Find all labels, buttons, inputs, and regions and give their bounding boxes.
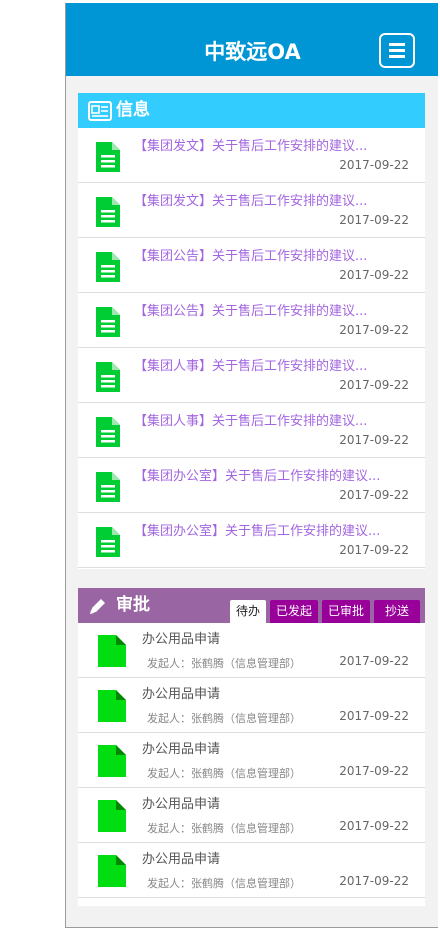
document-icon bbox=[98, 855, 126, 887]
info-item-title[interactable]: 【集团人事】关于售后工作安排的建议... bbox=[134, 410, 367, 429]
info-list-item[interactable]: 【集团人事】关于售后工作安排的建议... 2017-09-22 bbox=[78, 348, 425, 403]
approval-item-sender: 发起人：张鹤腾（信息管理部） bbox=[147, 712, 301, 725]
info-list-item[interactable]: 【集团公告】关于售后工作安排的建议... 2017-09-22 bbox=[78, 293, 425, 348]
info-item-date: 2017-09-22 bbox=[339, 488, 409, 502]
info-section-header: 信息 bbox=[78, 93, 425, 128]
info-item-date: 2017-09-22 bbox=[339, 378, 409, 392]
approval-item-date: 2017-09-22 bbox=[339, 709, 409, 723]
info-list: 【集团发文】关于售后工作安排的建议... 2017-09-22 【集团发文】关于售后… bbox=[78, 128, 425, 568]
pencil-icon bbox=[90, 599, 105, 614]
info-item-title[interactable]: 【集团办公室】关于售后工作安排的建议... bbox=[134, 520, 380, 539]
approval-list: 办公用品申请 发起人：张鹤腾（信息管理部） 2017-09-22 办公用品申请 发起人：… bbox=[78, 623, 425, 898]
approval-item-date: 2017-09-22 bbox=[339, 654, 409, 668]
approval-list-item[interactable]: 办公用品申请发起人：张鹤腾（信息管理部） 2017-09-22 bbox=[78, 678, 425, 733]
info-item-title[interactable]: 【集团公告】关于售后工作安排的建议... bbox=[134, 245, 367, 264]
approval-item-title[interactable]: 办公用品申请 bbox=[142, 628, 220, 647]
document-icon bbox=[96, 472, 120, 502]
newspaper-icon bbox=[88, 101, 112, 121]
menu-icon bbox=[389, 43, 405, 46]
document-icon bbox=[98, 690, 126, 722]
menu-icon bbox=[389, 49, 405, 52]
document-icon bbox=[98, 635, 126, 667]
info-item-date: 2017-09-22 bbox=[339, 268, 409, 282]
approval-item-sender: 发起人：张鹤腾（信息管理部） bbox=[147, 877, 301, 890]
approval-item-title[interactable]: 办公用品申请 bbox=[142, 738, 220, 757]
approval-item-title[interactable]: 办公用品申请 bbox=[142, 848, 220, 867]
document-icon bbox=[96, 307, 120, 337]
approval-item-title[interactable]: 办公用品申请 bbox=[142, 793, 220, 812]
approval-section-title: 审批 bbox=[116, 595, 150, 615]
document-icon bbox=[96, 252, 120, 282]
tab-initiated[interactable]: 已发起 bbox=[269, 600, 318, 623]
approval-item-sender: 发起人：张鹤腾（信息管理部） bbox=[147, 822, 301, 835]
document-icon bbox=[96, 362, 120, 392]
menu-button[interactable] bbox=[379, 33, 415, 68]
approval-item-sender: 发起人：张鹤腾（信息管理部） bbox=[147, 767, 301, 780]
info-list-item[interactable]: 【集团办公室】关于售后工作安排的建议... 2017-09-22 bbox=[78, 513, 425, 568]
app-header: 中致远OA bbox=[66, 3, 438, 76]
tab-approved[interactable]: 已审批 bbox=[321, 600, 370, 623]
approval-item-title[interactable]: 办公用品申请 bbox=[142, 683, 220, 702]
info-item-date: 2017-09-22 bbox=[339, 213, 409, 227]
info-section-title: 信息 bbox=[116, 100, 150, 120]
info-item-title[interactable]: 【集团办公室】关于售后工作安排的建议... bbox=[134, 465, 380, 484]
info-list-item[interactable]: 【集团公告】关于售后工作安排的建议... 2017-09-22 bbox=[78, 238, 425, 293]
info-item-title[interactable]: 【集团公告】关于售后工作安排的建议... bbox=[134, 300, 367, 319]
app-screen: 中致远OA 信息 【集团发文】关于售后工作安排的建议... 2017-09-22 【… bbox=[65, 3, 438, 928]
document-icon bbox=[96, 417, 120, 447]
approval-section: 审批 待办 已发起 已审批 抄送 办公用品申请 发起人：张鹤腾（信息管理部） 201… bbox=[78, 588, 425, 906]
info-list-item[interactable]: 【集团人事】关于售后工作安排的建议... 2017-09-22 bbox=[78, 403, 425, 458]
approval-list-item[interactable]: 办公用品申请发起人：张鹤腾（信息管理部） 2017-09-22 bbox=[78, 623, 425, 678]
tab-pending[interactable]: 待办 bbox=[229, 600, 266, 623]
info-list-item[interactable]: 【集团发文】关于售后工作安排的建议... 2017-09-22 bbox=[78, 183, 425, 238]
approval-item-date: 2017-09-22 bbox=[339, 874, 409, 888]
info-item-title[interactable]: 【集团发文】关于售后工作安排的建议... bbox=[134, 190, 367, 209]
document-icon bbox=[96, 142, 120, 172]
info-list-item[interactable]: 【集团发文】关于售后工作安排的建议... 2017-09-22 bbox=[78, 128, 425, 183]
approval-item-date: 2017-09-22 bbox=[339, 819, 409, 833]
info-item-title[interactable]: 【集团发文】关于售后工作安排的建议... bbox=[134, 135, 367, 154]
info-item-date: 2017-09-22 bbox=[339, 323, 409, 337]
approval-item-date: 2017-09-22 bbox=[339, 764, 409, 778]
info-item-title[interactable]: 【集团人事】关于售后工作安排的建议... bbox=[134, 355, 367, 374]
document-icon bbox=[96, 527, 120, 557]
approval-list-item[interactable]: 办公用品申请发起人：张鹤腾（信息管理部） 2017-09-22 bbox=[78, 843, 425, 898]
info-item-date: 2017-09-22 bbox=[339, 543, 409, 557]
approval-tabs: 待办 已发起 已审批 抄送 bbox=[229, 600, 420, 623]
info-item-date: 2017-09-22 bbox=[339, 158, 409, 172]
tab-cc[interactable]: 抄送 bbox=[374, 600, 420, 623]
info-list-item[interactable]: 【集团办公室】关于售后工作安排的建议... 2017-09-22 bbox=[78, 458, 425, 513]
approval-section-header: 审批 待办 已发起 已审批 抄送 bbox=[78, 588, 425, 623]
document-icon bbox=[98, 745, 126, 777]
info-section: 信息 【集团发文】关于售后工作安排的建议... 2017-09-22 【集团发文】关… bbox=[78, 93, 425, 569]
approval-list-item[interactable]: 办公用品申请发起人：张鹤腾（信息管理部） 2017-09-22 bbox=[78, 733, 425, 788]
approval-item-sender: 发起人：张鹤腾（信息管理部） bbox=[147, 657, 301, 670]
document-icon bbox=[96, 197, 120, 227]
document-icon bbox=[98, 800, 126, 832]
approval-list-item[interactable]: 办公用品申请发起人：张鹤腾（信息管理部） 2017-09-22 bbox=[78, 788, 425, 843]
info-item-date: 2017-09-22 bbox=[339, 433, 409, 447]
menu-icon bbox=[389, 55, 405, 58]
